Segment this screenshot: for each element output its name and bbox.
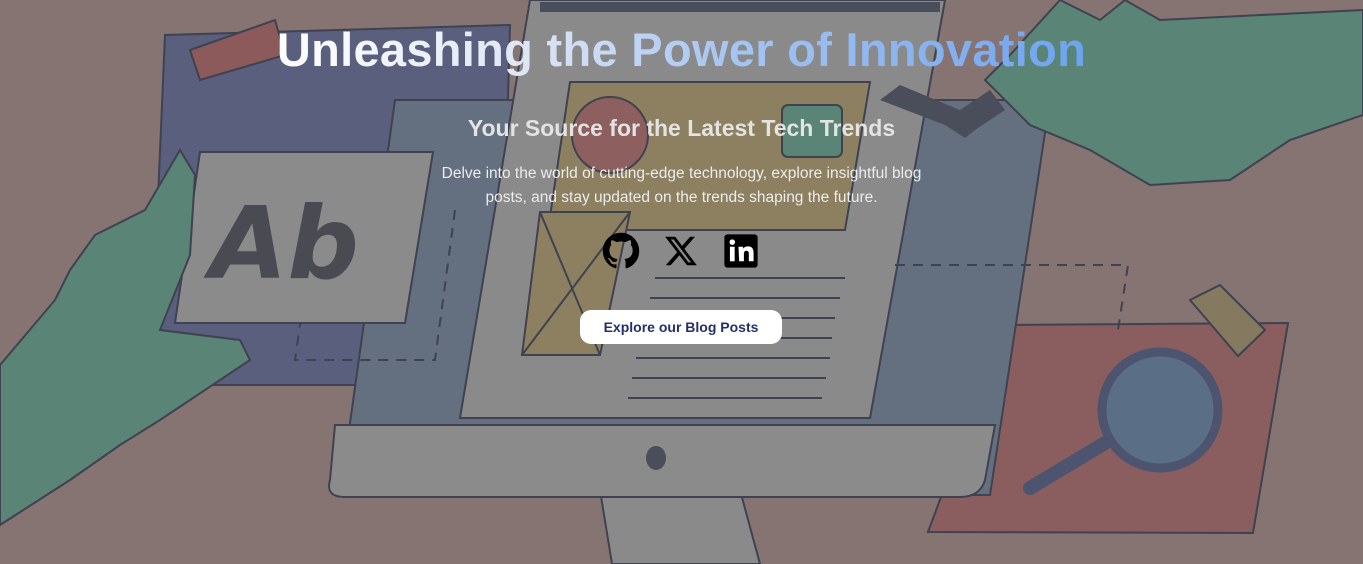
hero-section: Unleashing the Power of Innovation Your … — [0, 0, 1363, 564]
x-icon — [665, 236, 697, 266]
explore-blog-posts-button[interactable]: Explore our Blog Posts — [580, 310, 782, 344]
hero-subtitle: Your Source for the Latest Tech Trends — [467, 115, 896, 141]
github-icon — [602, 232, 640, 269]
hero-description: Delve into the world of cutting-edge tec… — [441, 165, 922, 206]
linkedin-link[interactable] — [722, 232, 760, 270]
x-link[interactable] — [662, 232, 700, 270]
github-link[interactable] — [602, 232, 640, 270]
hero-title: Unleashing the Power of Innovation — [276, 23, 1087, 76]
linkedin-icon — [724, 234, 758, 268]
social-links — [600, 232, 762, 270]
